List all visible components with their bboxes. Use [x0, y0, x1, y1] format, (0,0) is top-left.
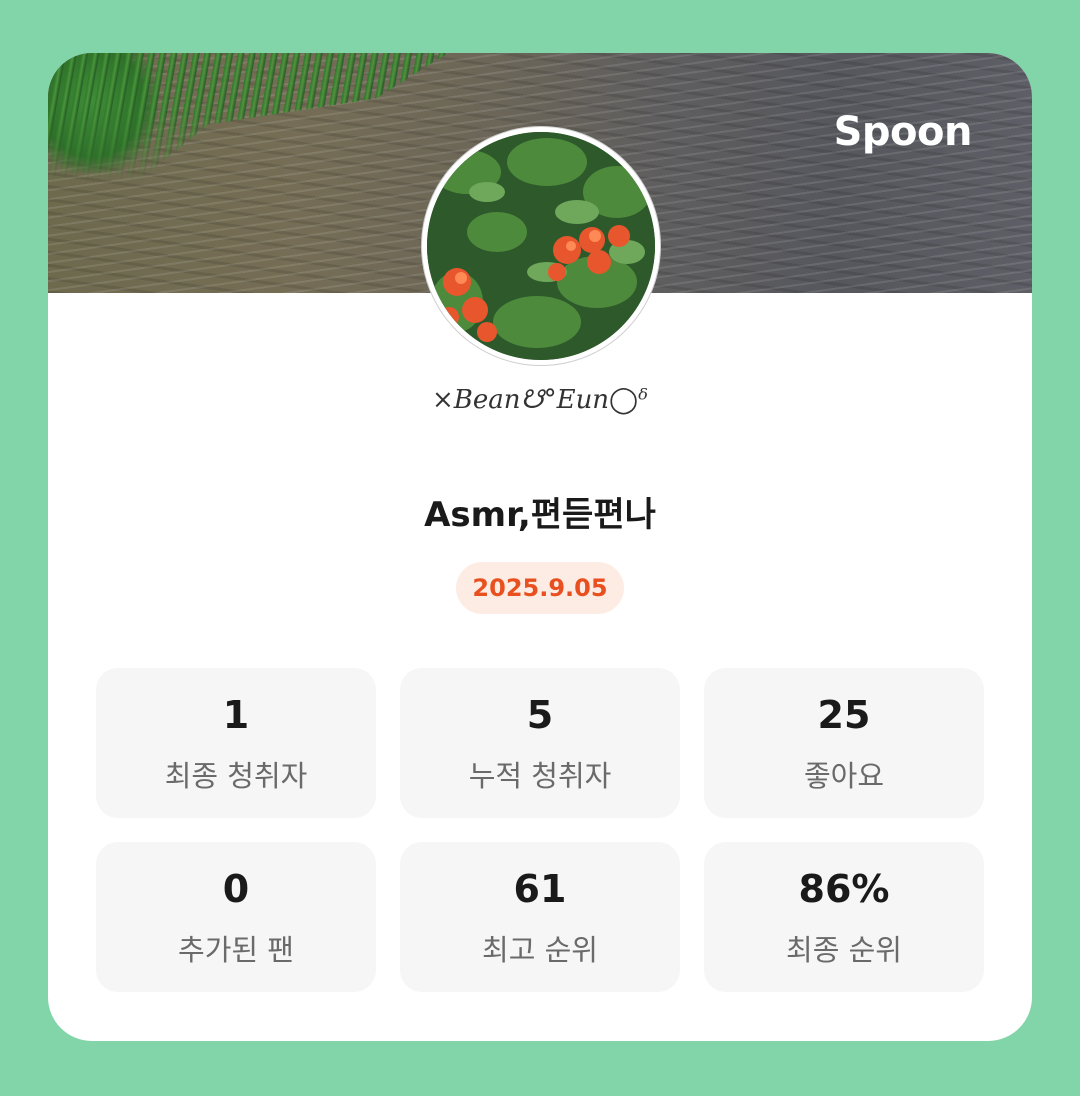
stat-value: 25 — [817, 693, 871, 737]
stats-grid: 1 최종 청취자 5 누적 청취자 25 좋아요 0 추가된 팬 61 최고 순… — [96, 668, 984, 992]
live-title: Asmr,편듣편나 — [424, 495, 656, 535]
stat-value: 61 — [513, 867, 567, 911]
stat-value: 0 — [222, 867, 250, 911]
stat-value: 86% — [798, 867, 890, 911]
stat-value: 1 — [222, 693, 250, 737]
avatar-image — [427, 132, 655, 360]
stat-label: 최종 순위 — [786, 933, 902, 967]
stat-label: 최종 청취자 — [164, 759, 308, 793]
live-summary-card: Spoon ×Bean☋°Eun◯ᵟ Asmr,편듣편나 2025.9.05 1… — [48, 53, 1032, 1041]
profile-nickname: ×Bean☋°Eun◯ᵟ — [431, 385, 649, 415]
stat-final-rank: 86% 최종 순위 — [704, 842, 984, 992]
stat-best-rank: 61 최고 순위 — [400, 842, 680, 992]
stat-value: 5 — [526, 693, 554, 737]
date-badge: 2025.9.05 — [456, 562, 624, 614]
stat-label: 누적 청취자 — [468, 759, 612, 793]
stat-label: 좋아요 — [803, 759, 885, 793]
stat-final-listeners: 1 최종 청취자 — [96, 668, 376, 818]
avatar[interactable] — [422, 127, 660, 365]
stat-label: 최고 순위 — [482, 933, 598, 967]
stat-likes: 25 좋아요 — [704, 668, 984, 818]
stat-total-listeners: 5 누적 청취자 — [400, 668, 680, 818]
stat-label: 추가된 팬 — [178, 933, 294, 967]
cover-reeds — [48, 53, 448, 183]
stat-new-fans: 0 추가된 팬 — [96, 842, 376, 992]
brand-logo: Spoon — [833, 109, 973, 155]
